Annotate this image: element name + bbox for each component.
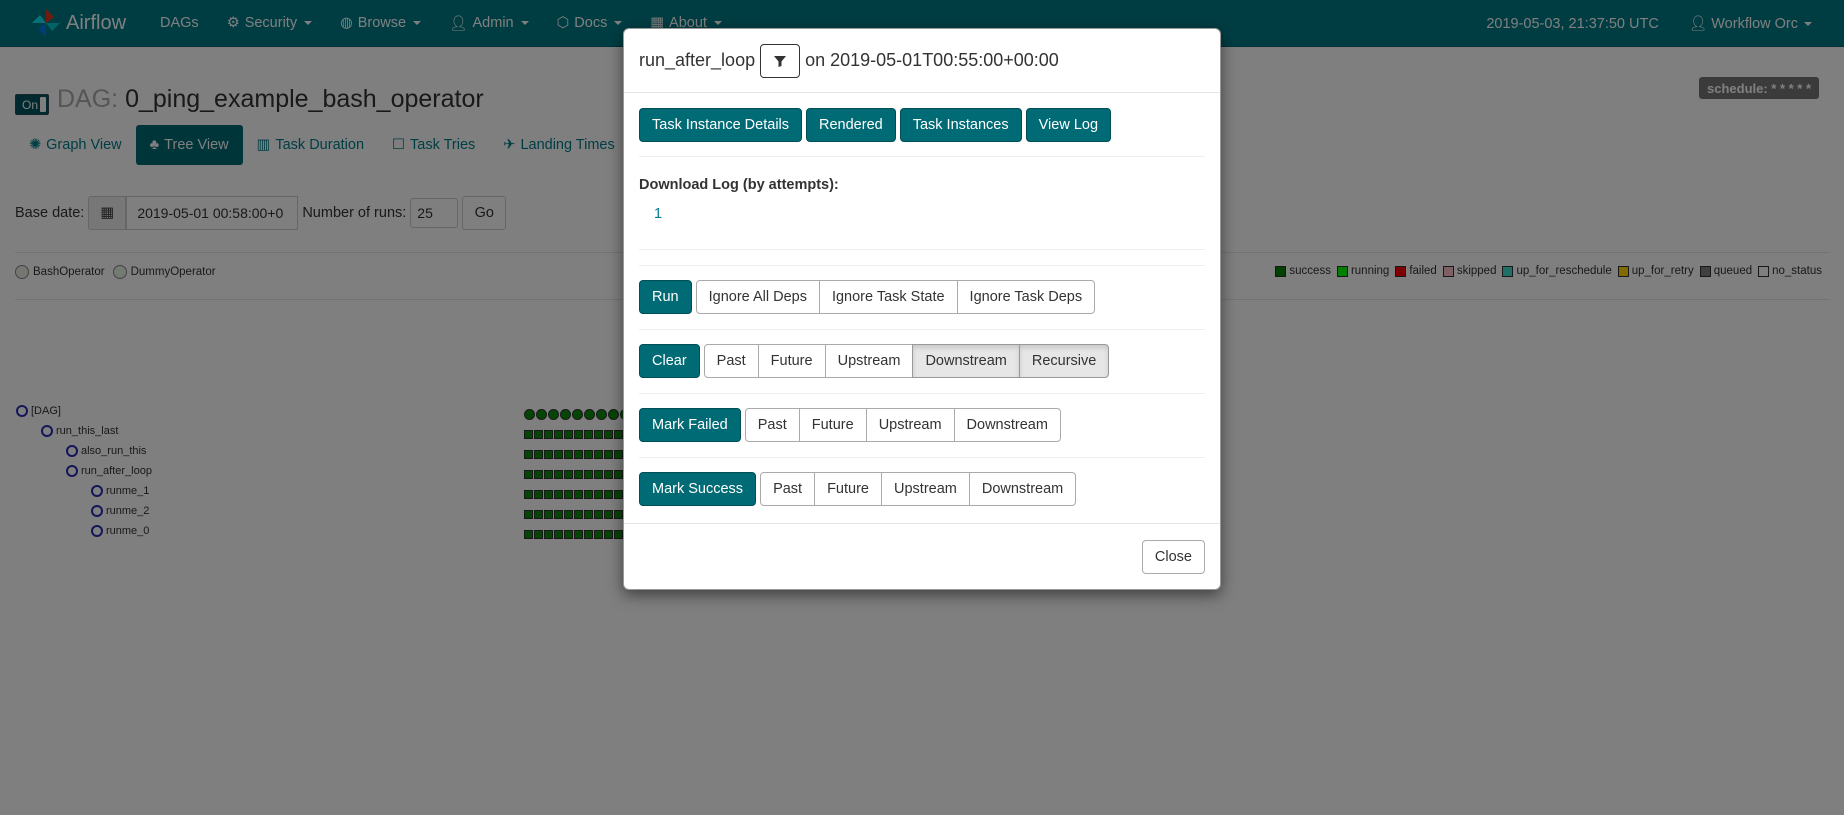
divider [639, 156, 1205, 157]
task-instance-details-button[interactable]: Task Instance Details [639, 108, 803, 142]
clear-options-group: Past Future Upstream Downstream Recursiv… [703, 344, 1110, 378]
filter-upstream-button[interactable] [760, 43, 801, 78]
failed-upstream-toggle[interactable]: Upstream [865, 408, 955, 442]
download-log-title: Download Log (by attempts): [639, 177, 839, 193]
success-past-toggle[interactable]: Past [760, 472, 816, 506]
clear-recursive-toggle[interactable]: Recursive [1018, 344, 1110, 378]
mark-success-button[interactable]: Mark Success [639, 472, 757, 506]
task-links-row: Task Instance Details Rendered Task Inst… [639, 108, 1205, 142]
divider [639, 265, 1205, 266]
ignore-all-deps-toggle[interactable]: Ignore All Deps [695, 280, 820, 314]
task-instances-button[interactable]: Task Instances [899, 108, 1022, 142]
mark-failed-options-group: Past Future Upstream Downstream [744, 408, 1061, 442]
close-button[interactable]: Close [1141, 539, 1205, 574]
failed-downstream-toggle[interactable]: Downstream [953, 408, 1061, 442]
mark-failed-button[interactable]: Mark Failed [639, 408, 741, 442]
clear-row: Clear Past Future Upstream Downstream Re… [639, 344, 1205, 378]
run-button[interactable]: Run [639, 280, 692, 314]
modal-task-name: run_after_loop [639, 50, 756, 70]
failed-past-toggle[interactable]: Past [744, 408, 800, 442]
divider [639, 393, 1205, 394]
success-upstream-toggle[interactable]: Upstream [881, 472, 970, 506]
ignore-task-state-toggle[interactable]: Ignore Task State [818, 280, 958, 314]
mark-success-row: Mark Success Past Future Upstream Downst… [639, 472, 1205, 506]
success-downstream-toggle[interactable]: Downstream [968, 472, 1077, 506]
task-instance-modal: run_after_loop on 2019-05-01T00:55:00+00… [623, 28, 1221, 590]
download-log-attempt-link[interactable]: 1 [654, 206, 1205, 222]
divider [639, 329, 1205, 330]
ignore-task-deps-toggle[interactable]: Ignore Task Deps [956, 280, 1096, 314]
clear-button[interactable]: Clear [639, 344, 700, 378]
clear-future-toggle[interactable]: Future [757, 344, 826, 378]
modal-execution-date: on 2019-05-01T00:55:00+00:00 [805, 50, 1059, 70]
run-row: Run Ignore All Deps Ignore Task State Ig… [639, 280, 1205, 314]
clear-past-toggle[interactable]: Past [703, 344, 759, 378]
success-future-toggle[interactable]: Future [814, 472, 882, 506]
run-options-group: Ignore All Deps Ignore Task State Ignore… [695, 280, 1096, 314]
mark-success-options-group: Past Future Upstream Downstream [760, 472, 1077, 506]
modal-header: run_after_loop on 2019-05-01T00:55:00+00… [624, 29, 1220, 93]
filter-icon [774, 55, 787, 67]
divider [639, 457, 1205, 458]
failed-future-toggle[interactable]: Future [798, 408, 867, 442]
modal-footer: Close [624, 523, 1220, 589]
mark-failed-row: Mark Failed Past Future Upstream Downstr… [639, 408, 1205, 442]
view-log-button[interactable]: View Log [1025, 108, 1112, 142]
clear-upstream-toggle[interactable]: Upstream [824, 344, 914, 378]
rendered-button[interactable]: Rendered [806, 108, 896, 142]
clear-downstream-toggle[interactable]: Downstream [912, 344, 1020, 378]
divider [639, 249, 1205, 250]
